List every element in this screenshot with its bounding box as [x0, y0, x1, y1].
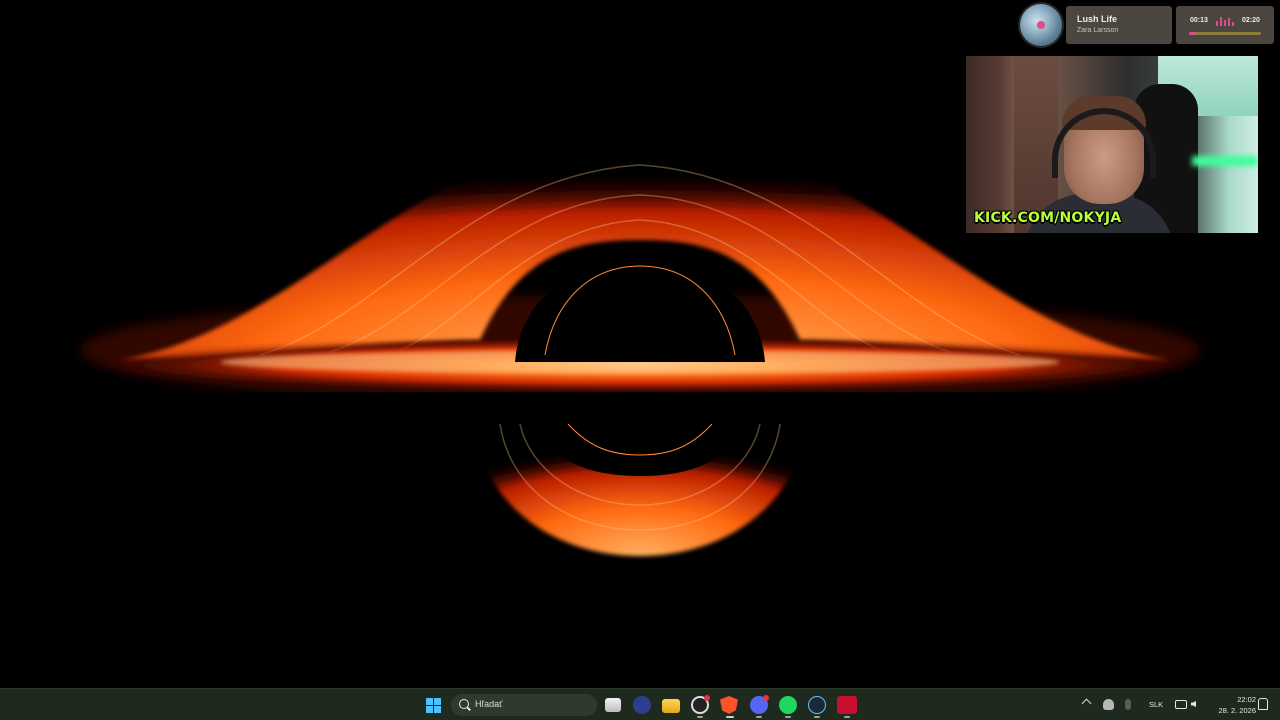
chrome-badge — [704, 695, 710, 701]
spotify-running-indicator — [785, 716, 791, 718]
discord-running-indicator — [756, 716, 762, 718]
windows-logo-icon — [426, 698, 433, 705]
start-button[interactable] — [426, 698, 441, 713]
task-view-icon[interactable] — [605, 698, 621, 712]
search-placeholder: Hľadať — [475, 699, 503, 709]
chrome-running-indicator — [697, 716, 703, 718]
spotify-icon[interactable] — [779, 696, 797, 714]
equalizer-icon — [1216, 17, 1236, 26]
steam-running-indicator — [814, 716, 820, 718]
album-cover-dot — [1037, 21, 1045, 29]
onedrive-icon[interactable] — [1103, 699, 1114, 710]
clock[interactable]: 22:02 28. 2. 2026 — [1206, 694, 1256, 716]
network-icon[interactable] — [1175, 700, 1187, 709]
brave-active-indicator — [726, 716, 734, 718]
now-playing-progress: 00:13 02:20 — [1176, 6, 1274, 44]
current-time: 00:13 — [1190, 17, 1208, 24]
discord-badge — [763, 695, 769, 701]
tray-chevron-up-icon[interactable] — [1081, 698, 1092, 709]
clock-date: 28. 2. 2026 — [1218, 706, 1256, 715]
voicemeeter-icon[interactable] — [837, 696, 857, 714]
album-cover — [1020, 4, 1062, 46]
song-title: Lush Life — [1077, 14, 1117, 24]
webcam-overlay: KICK.COM/NOKYJA — [966, 56, 1258, 233]
desktop-wallpaper: Lush Life Zara Larsson 00:13 02:20 KICK.… — [0, 0, 1280, 688]
webcam-led-light — [1192, 156, 1258, 166]
progress-bar — [1189, 32, 1261, 35]
keyboard-language[interactable]: SLK — [1149, 700, 1163, 709]
webcam-channel-label: KICK.COM/NOKYJA — [974, 210, 1122, 226]
search-icon — [459, 699, 469, 709]
obs-studio-icon[interactable] — [633, 696, 651, 714]
microphone-icon[interactable] — [1125, 699, 1131, 710]
progress-fill — [1189, 32, 1196, 35]
clock-time: 22:02 — [1237, 695, 1256, 704]
volume-icon[interactable] — [1191, 699, 1203, 709]
file-explorer-icon[interactable] — [662, 699, 680, 713]
duration: 02:20 — [1242, 17, 1260, 24]
brave-icon[interactable] — [720, 696, 738, 714]
song-artist: Zara Larsson — [1077, 27, 1119, 34]
notification-icon[interactable] — [1258, 698, 1268, 710]
voicemeeter-running-indicator — [844, 716, 850, 718]
taskbar: Hľadať SLK 22:02 28. 2. 2026 — [0, 688, 1280, 720]
taskbar-search[interactable]: Hľadať — [451, 694, 597, 716]
now-playing-info: Lush Life Zara Larsson — [1066, 6, 1172, 44]
steam-icon[interactable] — [808, 696, 826, 714]
